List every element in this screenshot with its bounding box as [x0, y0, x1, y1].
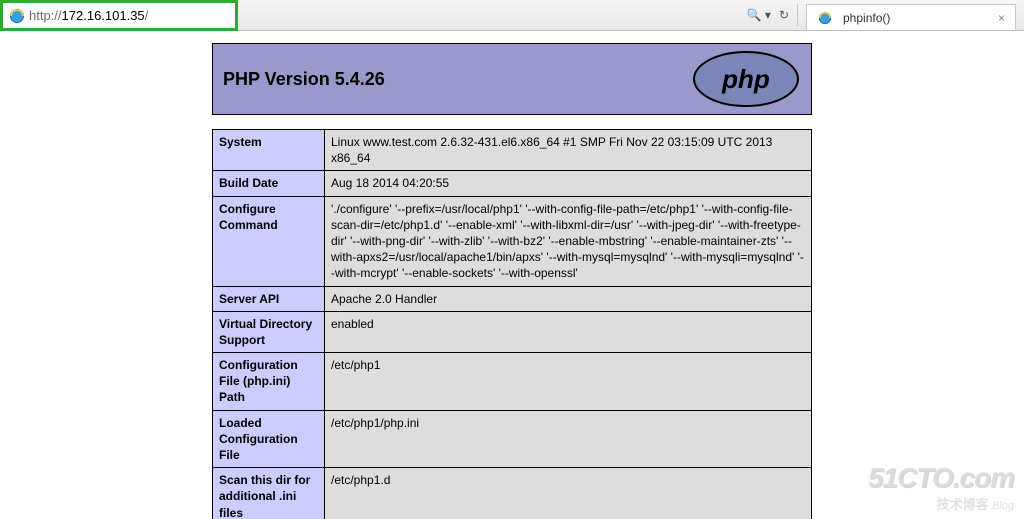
row-key: Build Date: [213, 171, 325, 196]
row-val: Linux www.test.com 2.6.32-431.el6.x86_64…: [325, 130, 812, 171]
browser-toolbar: http://172.16.101.35/ 🔍 ▾ ↻ phpinfo() ×: [0, 0, 1024, 31]
toolbar-right: 🔍 ▾ ↻ phpinfo() ×: [238, 0, 1024, 30]
php-logo-icon: php: [691, 50, 801, 108]
row-key: System: [213, 130, 325, 171]
url-suffix: /: [145, 8, 149, 23]
table-row: Scan this dir for additional .ini files …: [213, 468, 812, 519]
tab-favicon-ie-icon: [817, 10, 833, 26]
row-key: Configuration File (php.ini) Path: [213, 353, 325, 411]
svg-text:php: php: [721, 64, 770, 94]
phpinfo-container: PHP Version 5.4.26 php System Linux www.…: [212, 43, 812, 519]
row-val: Aug 18 2014 04:20:55: [325, 171, 812, 196]
tab-title: phpinfo(): [843, 11, 890, 25]
php-version-title: PHP Version 5.4.26: [223, 69, 385, 90]
table-row: Virtual Directory Support enabled: [213, 311, 812, 352]
url-host: 172.16.101.35: [62, 8, 145, 23]
page-content: PHP Version 5.4.26 php System Linux www.…: [0, 31, 1024, 519]
row-val: './configure' '--prefix=/usr/local/php1'…: [325, 196, 812, 286]
table-row: Configuration File (php.ini) Path /etc/p…: [213, 353, 812, 411]
tab-close-icon[interactable]: ×: [998, 11, 1005, 25]
browser-tab[interactable]: phpinfo() ×: [806, 4, 1016, 30]
phpinfo-header: PHP Version 5.4.26 php: [212, 43, 812, 115]
row-key: Server API: [213, 286, 325, 311]
row-key: Loaded Configuration File: [213, 410, 325, 468]
phpinfo-table: System Linux www.test.com 2.6.32-431.el6…: [212, 129, 812, 519]
toolbar-divider: [797, 4, 798, 26]
ie-icon: [9, 8, 25, 24]
search-icon[interactable]: 🔍 ▾: [747, 8, 771, 22]
table-row: Server API Apache 2.0 Handler: [213, 286, 812, 311]
table-row: System Linux www.test.com 2.6.32-431.el6…: [213, 130, 812, 171]
row-key: Virtual Directory Support: [213, 311, 325, 352]
row-val: /etc/php1.d: [325, 468, 812, 519]
row-val: /etc/php1: [325, 353, 812, 411]
row-key: Scan this dir for additional .ini files: [213, 468, 325, 519]
url-text: http://172.16.101.35/: [29, 8, 148, 23]
row-key: Configure Command: [213, 196, 325, 286]
row-val: enabled: [325, 311, 812, 352]
row-val: Apache 2.0 Handler: [325, 286, 812, 311]
table-row: Configure Command './configure' '--prefi…: [213, 196, 812, 286]
table-row: Build Date Aug 18 2014 04:20:55: [213, 171, 812, 196]
url-prefix: http://: [29, 8, 62, 23]
row-val: /etc/php1/php.ini: [325, 410, 812, 468]
address-bar[interactable]: http://172.16.101.35/: [0, 0, 238, 31]
table-row: Loaded Configuration File /etc/php1/php.…: [213, 410, 812, 468]
refresh-icon[interactable]: ↻: [779, 8, 789, 22]
